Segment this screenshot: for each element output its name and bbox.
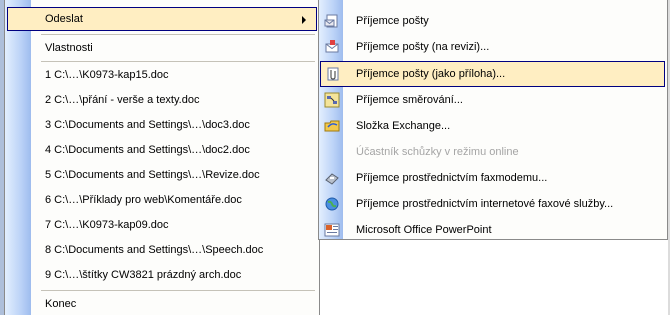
file-menu-gutter — [5, 0, 31, 315]
exchange-folder-icon — [324, 118, 340, 134]
menu-item-exit[interactable]: Konec — [31, 292, 319, 315]
submenu-item-label: Složka Exchange... — [356, 120, 451, 132]
recent-file-4[interactable]: 4 C:\Documents and Settings\…\doc2.doc — [31, 138, 319, 162]
submenu-item-exchange-folder[interactable]: Složka Exchange... — [319, 113, 667, 139]
menu-separator — [41, 290, 315, 291]
submenu-item-label: Příjemce prostřednictvím faxmodemu... — [356, 172, 548, 184]
submenu-item-label: Microsoft Office PowerPoint — [356, 224, 492, 236]
routing-recipient-icon — [324, 92, 340, 108]
screen: Odeslat Vlastnosti 1 C:\…\K0973-kap15.do… — [0, 0, 670, 315]
submenu-item-online-meeting: Účastník schůzky v režimu online — [319, 139, 667, 165]
recent-file-3[interactable]: 3 C:\Documents and Settings\…\doc3.doc — [31, 113, 319, 137]
mail-review-icon — [324, 39, 340, 55]
submenu-item-mail-review[interactable]: Příjemce pošty (na revizi)... — [319, 34, 667, 60]
submenu-item-fax-modem[interactable]: Příjemce prostřednictvím faxmodemu... — [319, 165, 667, 191]
recent-file-9[interactable]: 9 C:\…\štítky CW3821 prázdný arch.doc — [31, 263, 319, 287]
menu-item-label: 4 C:\Documents and Settings\…\doc2.doc — [45, 144, 250, 156]
menu-item-properties[interactable]: Vlastnosti — [31, 36, 319, 60]
submenu-item-label: Účastník schůzky v režimu online — [356, 146, 519, 158]
file-menu: Odeslat Vlastnosti 1 C:\…\K0973-kap15.do… — [4, 0, 320, 315]
menu-item-label: Konec — [45, 298, 77, 310]
menu-item-label: 1 C:\…\K0973-kap15.doc — [45, 69, 169, 81]
menu-item-label: Vlastnosti — [45, 42, 93, 54]
menu-item-send[interactable]: Odeslat — [7, 7, 317, 31]
menu-item-label: 8 C:\Documents and Settings\…\Speech.doc — [45, 244, 264, 256]
send-submenu: Příjemce pošty Příjemce pošty (na revizi… — [318, 0, 668, 240]
menu-item-label: 7 C:\…\K0973-kap09.doc — [45, 219, 169, 231]
recent-file-8[interactable]: 8 C:\Documents and Settings\…\Speech.doc — [31, 238, 319, 262]
submenu-item-mail-attachment[interactable]: Příjemce pošty (jako příloha)... — [320, 61, 665, 87]
menu-item-label: 6 C:\…\Příklady pro web\Komentáře.doc — [45, 194, 242, 206]
submenu-item-label: Příjemce prostřednictvím internetové fax… — [356, 198, 614, 210]
submenu-arrow-icon — [302, 16, 306, 24]
submenu-item-label: Příjemce pošty (na revizi)... — [356, 41, 490, 53]
powerpoint-icon — [324, 222, 340, 238]
submenu-item-mail-recipient[interactable]: Příjemce pošty — [319, 8, 667, 34]
mail-recipient-icon — [324, 13, 340, 29]
recent-file-2[interactable]: 2 C:\…\přání - verše a texty.doc — [31, 88, 319, 112]
submenu-item-label: Příjemce pošty (jako příloha)... — [356, 68, 506, 80]
submenu-item-powerpoint[interactable]: Microsoft Office PowerPoint — [319, 217, 667, 243]
submenu-item-label: Příjemce pošty — [356, 15, 429, 27]
recent-file-6[interactable]: 6 C:\…\Příklady pro web\Komentáře.doc — [31, 188, 319, 212]
recent-file-7[interactable]: 7 C:\…\K0973-kap09.doc — [31, 213, 319, 237]
menu-item-label: 3 C:\Documents and Settings\…\doc3.doc — [45, 119, 250, 131]
menu-separator — [41, 34, 315, 35]
fax-modem-icon — [324, 170, 340, 186]
mail-attachment-icon — [325, 66, 341, 82]
recent-file-5[interactable]: 5 C:\Documents and Settings\…\Revize.doc — [31, 163, 319, 187]
menu-item-label: 2 C:\…\přání - verše a texty.doc — [45, 94, 200, 106]
submenu-item-routing[interactable]: Příjemce směrování... — [319, 87, 667, 113]
menu-separator — [41, 61, 315, 62]
menu-item-label: 5 C:\Documents and Settings\…\Revize.doc — [45, 169, 260, 181]
menu-item-label: Odeslat — [45, 13, 83, 25]
submenu-item-label: Příjemce směrování... — [356, 94, 463, 106]
internet-fax-icon — [324, 196, 340, 212]
menu-item-label: 9 C:\…\štítky CW3821 prázdný arch.doc — [45, 269, 242, 281]
recent-file-1[interactable]: 1 C:\…\K0973-kap15.doc — [31, 63, 319, 87]
submenu-item-internet-fax[interactable]: Příjemce prostřednictvím internetové fax… — [319, 191, 667, 217]
